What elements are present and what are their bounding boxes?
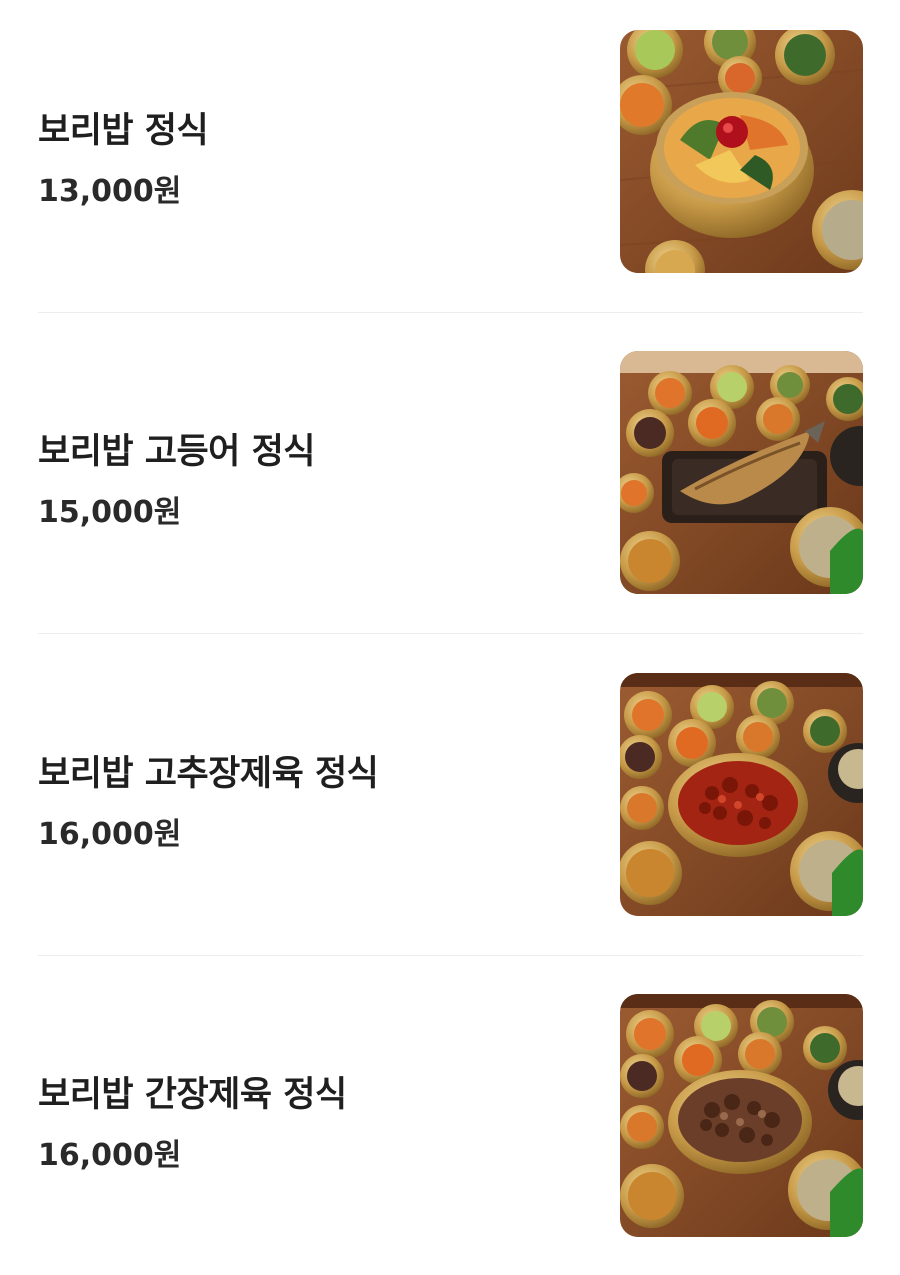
menu-item-info: 보리밥 정식 13,000원 xyxy=(38,30,598,290)
divider xyxy=(38,312,863,313)
divider xyxy=(38,633,863,634)
menu-item-name: 보리밥 고추장제육 정식 xyxy=(38,754,379,794)
menu-item-name: 보리밥 고등어 정식 xyxy=(38,432,315,472)
menu-item-name: 보리밥 정식 xyxy=(38,111,209,151)
menu-item-mackerel-set[interactable]: 보리밥 고등어 정식 15,000원 xyxy=(0,351,900,611)
menu-item-price: 15,000원 xyxy=(38,495,182,530)
grilled-mackerel-set-photo[interactable] xyxy=(620,351,863,594)
menu-item-info: 보리밥 간장제육 정식 16,000원 xyxy=(38,994,598,1254)
menu-item-name: 보리밥 간장제육 정식 xyxy=(38,1075,347,1115)
menu-item-soy-pork-set[interactable]: 보리밥 간장제육 정식 16,000원 xyxy=(0,994,900,1254)
soy-pork-set-photo[interactable] xyxy=(620,994,863,1237)
divider xyxy=(38,955,863,956)
menu-item-price: 13,000원 xyxy=(38,174,182,209)
menu-item-info: 보리밥 고추장제육 정식 16,000원 xyxy=(38,673,598,933)
menu-item-spicy-pork-set[interactable]: 보리밥 고추장제육 정식 16,000원 xyxy=(0,673,900,933)
bibimbap-set-photo[interactable] xyxy=(620,30,863,273)
menu-item-price: 16,000원 xyxy=(38,1138,182,1173)
spicy-pork-set-photo[interactable] xyxy=(620,673,863,916)
menu-item-barley-rice-set[interactable]: 보리밥 정식 13,000원 xyxy=(0,30,900,290)
menu-item-price: 16,000원 xyxy=(38,817,182,852)
menu-list: 보리밥 정식 13,000원 보리밥 고등어 정식 15,000원 보리밥 고추… xyxy=(0,0,900,1275)
menu-item-info: 보리밥 고등어 정식 15,000원 xyxy=(38,351,598,611)
